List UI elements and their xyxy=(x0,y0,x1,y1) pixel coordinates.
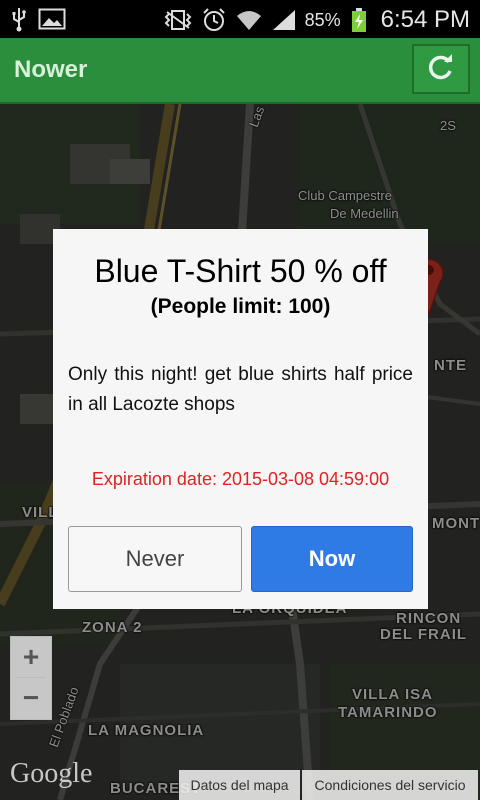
app-title: Nower xyxy=(14,56,88,83)
usb-icon xyxy=(10,6,28,32)
refresh-button[interactable] xyxy=(412,44,470,94)
screen: 85% 6:54 PM Nower 2S Club Campestre De M… xyxy=(0,0,480,800)
app-bar: Nower xyxy=(0,38,480,104)
never-button[interactable]: Never xyxy=(68,526,242,592)
offer-title: Blue T-Shirt 50 % off xyxy=(94,253,387,289)
clock: 6:54 PM xyxy=(380,6,470,33)
map-data-link[interactable]: Datos del mapa xyxy=(179,770,300,800)
wifi-icon xyxy=(235,8,263,32)
battery-percent: 85% xyxy=(304,9,341,30)
vibrate-icon xyxy=(163,8,193,32)
image-icon xyxy=(38,7,66,31)
status-bar: 85% 6:54 PM xyxy=(0,0,480,38)
offer-dialog: Blue T-Shirt 50 % off (People limit: 100… xyxy=(53,229,428,609)
alarm-icon xyxy=(201,7,227,33)
zoom-control: + − xyxy=(10,636,52,720)
offer-description: Only this night! get blue shirts half pr… xyxy=(68,364,413,415)
battery-icon xyxy=(351,7,367,33)
google-logo: Google xyxy=(10,758,93,789)
zoom-in-button[interactable]: + xyxy=(11,637,51,677)
zoom-out-button[interactable]: − xyxy=(11,678,51,718)
terms-link[interactable]: Condiciones del servicio xyxy=(302,770,478,800)
refresh-icon xyxy=(427,53,455,86)
people-limit: (People limit: 100) xyxy=(150,295,331,318)
signal-icon xyxy=(271,8,297,32)
now-button[interactable]: Now xyxy=(251,526,413,592)
expiration-date: Expiration date: 2015-03-08 04:59:00 xyxy=(91,469,390,489)
